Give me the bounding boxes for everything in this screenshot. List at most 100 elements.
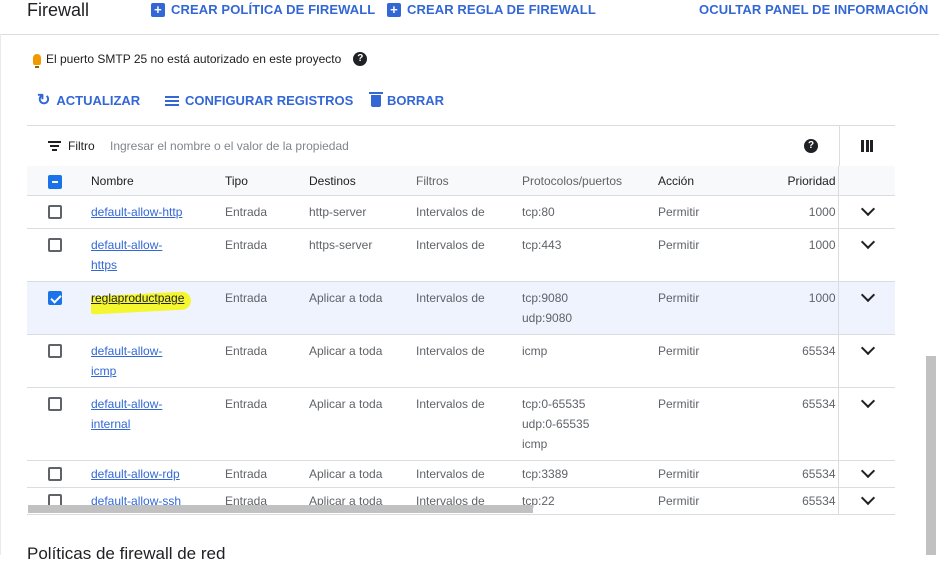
rule-protocol: icmp <box>522 437 548 451</box>
delete-label: BORRAR <box>387 93 445 108</box>
rule-filters: Intervalos de <box>416 460 522 488</box>
bulb-icon <box>33 53 41 68</box>
rule-name-link[interactable]: default-allow-internal <box>91 394 181 434</box>
rule-name-text: reglaproductpage <box>91 291 185 305</box>
top-bar: Firewall + CREAR POLÍTICA DE FIREWALL + … <box>0 0 939 35</box>
horizontal-scrollbar[interactable] <box>28 505 533 513</box>
table-row: default-allow-internal Entrada Aplicar a… <box>27 387 895 461</box>
column-header-priority[interactable]: Prioridad <box>744 166 838 196</box>
rule-priority: 1000 <box>744 195 838 229</box>
chevron-down-icon[interactable] <box>860 340 875 356</box>
chevron-down-icon[interactable] <box>860 393 875 409</box>
rule-name-link[interactable]: default-allow-rdp <box>91 464 201 484</box>
rule-name-link[interactable]: default-allow-https <box>91 235 181 275</box>
create-policy-button[interactable]: + CREAR POLÍTICA DE FIREWALL <box>151 2 375 17</box>
create-rule-label: CREAR REGLA DE FIREWALL <box>407 2 596 17</box>
refresh-icon: ↻ <box>37 91 51 109</box>
select-all-cell[interactable] <box>27 166 91 196</box>
rule-action: Permitir <box>658 195 744 229</box>
rule-name-link[interactable]: reglaproductpage <box>91 288 201 315</box>
rule-action: Permitir <box>658 334 744 388</box>
rule-targets: http-server <box>309 195 416 229</box>
rule-priority: 1000 <box>744 281 838 335</box>
rule-protocol: tcp:3389 <box>522 467 569 481</box>
column-header-action[interactable]: Acción <box>658 166 744 196</box>
table-row: default-allow-icmp Entrada Aplicar a tod… <box>27 334 895 388</box>
divider <box>839 126 840 167</box>
columns-icon[interactable] <box>861 140 873 152</box>
rule-targets: Aplicar a toda <box>309 387 416 461</box>
column-header-name[interactable]: Nombre <box>91 166 225 196</box>
rule-protocol: icmp <box>522 344 548 358</box>
rule-priority: 1000 <box>744 228 838 282</box>
delete-button[interactable]: BORRAR <box>369 91 445 108</box>
rule-priority: 65534 <box>744 334 838 388</box>
row-checkbox[interactable] <box>48 205 62 219</box>
smtp-notice: El puerto SMTP 25 no está autorizado en … <box>33 52 368 68</box>
rule-filters: Intervalos de <box>416 195 522 229</box>
firewall-rules-table: Nombre Tipo Destinos Filtros Protocolos/… <box>27 166 895 515</box>
row-checkbox[interactable] <box>48 397 62 411</box>
plus-icon: + <box>387 2 401 17</box>
column-header-expand <box>837 166 895 196</box>
rule-type: Entrada <box>225 387 309 461</box>
lines-icon <box>165 95 179 106</box>
rule-priority: 65534 <box>744 487 838 515</box>
table-row: reglaproductpage Entrada Aplicar a toda … <box>27 281 895 335</box>
row-checkbox[interactable] <box>48 238 62 252</box>
rule-protocol: tcp:9080 <box>522 291 569 305</box>
rule-protocol: tcp:443 <box>522 238 562 252</box>
rule-priority: 65534 <box>744 387 838 461</box>
rule-name-link[interactable]: default-allow-http <box>91 202 201 222</box>
chevron-down-icon[interactable] <box>860 490 875 506</box>
chevron-down-icon[interactable] <box>860 201 875 217</box>
rule-action: Permitir <box>658 387 744 461</box>
rule-protocol: tcp:0-65535 <box>522 397 586 411</box>
rule-action: Permitir <box>658 460 744 488</box>
section-title: Políticas de firewall de red <box>27 544 226 563</box>
rule-type: Entrada <box>225 228 309 282</box>
help-icon[interactable]: ? <box>804 139 818 153</box>
filter-icon <box>48 141 61 151</box>
row-checkbox[interactable] <box>48 291 62 305</box>
rule-protocol: tcp:80 <box>522 205 555 219</box>
table-header-row: Nombre Tipo Destinos Filtros Protocolos/… <box>27 166 895 196</box>
rule-type: Entrada <box>225 281 309 335</box>
page-title: Firewall <box>27 0 90 20</box>
help-icon[interactable]: ? <box>353 52 368 66</box>
hide-info-panel-label: OCULTAR PANEL DE INFORMACIÓN <box>699 2 929 17</box>
row-checkbox[interactable] <box>48 467 62 481</box>
vertical-scrollbar[interactable] <box>926 356 936 555</box>
rule-type: Entrada <box>225 460 309 488</box>
column-header-targets[interactable]: Destinos <box>309 166 416 196</box>
filter-input[interactable] <box>110 136 710 156</box>
chevron-down-icon[interactable] <box>860 234 875 250</box>
rule-filters: Intervalos de <box>416 334 522 388</box>
column-header-protocols[interactable]: Protocolos/puertos <box>522 166 658 196</box>
select-all-checkbox[interactable] <box>48 175 62 189</box>
rule-filters: Intervalos de <box>416 387 522 461</box>
hide-info-panel-button[interactable]: OCULTAR PANEL DE INFORMACIÓN <box>699 2 928 17</box>
rule-type: Entrada <box>225 195 309 229</box>
rule-action: Permitir <box>658 281 744 335</box>
rule-targets: https-server <box>309 228 416 282</box>
refresh-button[interactable]: ↻ ACTUALIZAR <box>37 91 140 109</box>
chevron-down-icon[interactable] <box>860 463 875 479</box>
rule-priority: 65534 <box>744 460 838 488</box>
rule-protocol: tcp:22 <box>522 494 555 508</box>
rule-action: Permitir <box>658 228 744 282</box>
column-header-type[interactable]: Tipo <box>225 166 309 196</box>
row-checkbox[interactable] <box>48 344 62 358</box>
left-divider <box>0 34 1 555</box>
chevron-down-icon[interactable] <box>860 287 875 303</box>
rule-type: Entrada <box>225 334 309 388</box>
column-header-filters[interactable]: Filtros <box>416 166 522 196</box>
filter-label: Filtro <box>68 139 95 153</box>
configure-logs-label: CONFIGURAR REGISTROS <box>185 93 354 108</box>
rule-filters: Intervalos de <box>416 228 522 282</box>
configure-logs-button[interactable]: CONFIGURAR REGISTROS <box>165 93 353 108</box>
create-rule-button[interactable]: + CREAR REGLA DE FIREWALL <box>387 2 596 17</box>
rule-action: Permitir <box>658 487 744 515</box>
rule-name-link[interactable]: default-allow-icmp <box>91 341 181 381</box>
create-policy-label: CREAR POLÍTICA DE FIREWALL <box>171 2 376 17</box>
